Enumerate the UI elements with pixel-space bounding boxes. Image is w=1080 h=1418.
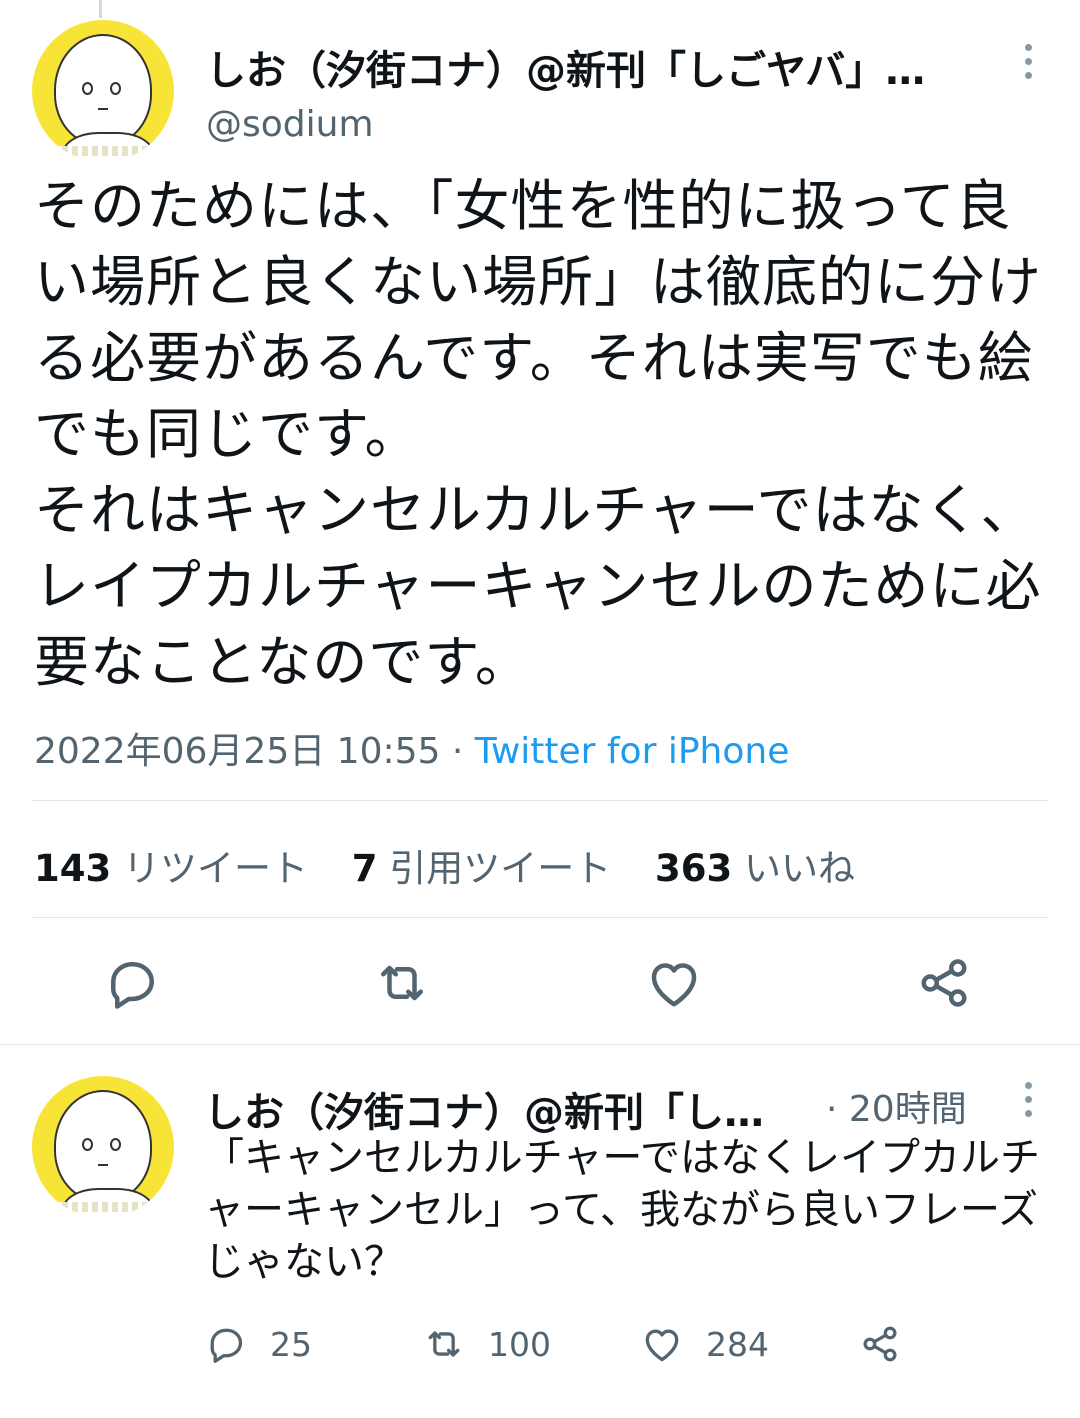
more-icon[interactable] [1022, 1082, 1034, 1122]
reply-retweet-button[interactable]: 100 [422, 1322, 551, 1366]
share-icon [863, 1326, 897, 1362]
reply-icon [210, 1328, 243, 1363]
tweet-text: そのためには、「女性を性的に扱って良い場所と良くない場所」は徹底的に分ける必要が… [34, 174, 1043, 694]
avatar[interactable] [32, 20, 174, 162]
author-handle[interactable]: @sodium [206, 104, 374, 145]
reply-text: 「キャンセルカルチャーではなくレイプカルチャーキャンセル」って、我ながら良いフレ… [204, 1135, 1040, 1285]
quotes-label[interactable]: 引用ツイート [389, 847, 611, 890]
tweet-stats: 143 リツイート 7 引用ツイート 363 いいね [34, 838, 887, 892]
share-icon [921, 959, 967, 1007]
reply-count: 25 [270, 1324, 312, 1364]
retweet-icon [381, 965, 423, 1001]
likes-count[interactable]: 363 [655, 847, 732, 890]
like-button[interactable] [644, 953, 704, 1013]
retweet-button[interactable] [372, 953, 432, 1013]
divider [32, 800, 1048, 801]
share-button[interactable] [914, 953, 974, 1013]
like-icon [645, 1329, 679, 1362]
reply-reply-button[interactable]: 25 [204, 1322, 312, 1366]
quotes-count[interactable]: 7 [352, 847, 378, 890]
reply-icon [111, 962, 154, 1009]
reply-share-button[interactable] [858, 1322, 924, 1366]
reply-author-name[interactable]: しお（汐街コナ）@新刊「し… [204, 1080, 804, 1138]
tweet-meta: 2022年06月25日 10:55 · Twitter for iPhone [34, 722, 789, 774]
thread-line [99, 0, 102, 18]
retweets-count[interactable]: 143 [34, 847, 111, 890]
reply-time[interactable]: · 20時間 [826, 1080, 967, 1132]
author-name[interactable]: しお（汐街コナ）@新刊「しごヤバ」… [206, 38, 966, 96]
like-count: 284 [706, 1324, 769, 1364]
divider [32, 917, 1048, 918]
meta-separator: · [440, 731, 475, 772]
like-icon [651, 963, 697, 1007]
source-link[interactable]: Twitter for iPhone [475, 731, 790, 772]
reply-button[interactable] [102, 953, 162, 1013]
reply-avatar[interactable] [32, 1076, 174, 1218]
retweet-icon [428, 1331, 460, 1357]
likes-label[interactable]: いいね [744, 847, 855, 890]
timestamp[interactable]: 2022年06月25日 10:55 [34, 731, 440, 772]
retweet-count: 100 [488, 1324, 551, 1364]
divider [0, 1044, 1080, 1045]
more-icon[interactable] [1022, 44, 1034, 84]
retweets-label[interactable]: リツイート [123, 847, 308, 890]
reply-like-button[interactable]: 284 [640, 1322, 769, 1366]
